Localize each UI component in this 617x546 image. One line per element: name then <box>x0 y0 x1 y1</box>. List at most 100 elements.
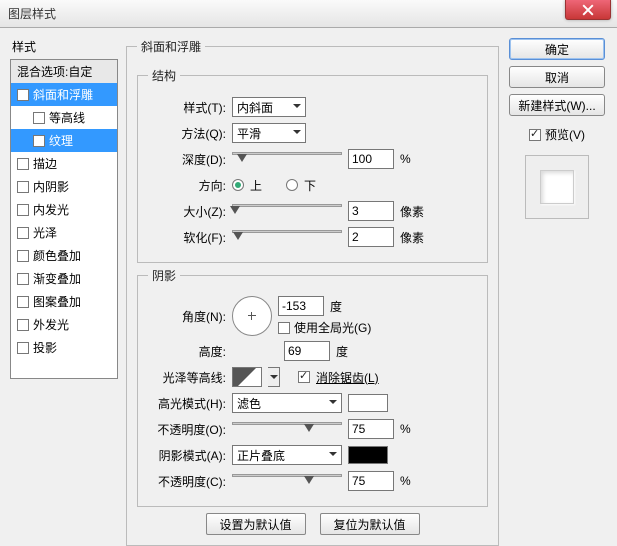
style-item-label: 渐变叠加 <box>33 270 81 287</box>
shadow-mode-select[interactable]: 正片叠底 <box>232 445 342 465</box>
style-item-label: 斜面和浮雕 <box>33 86 93 103</box>
style-item-label: 内阴影 <box>33 178 69 195</box>
close-button[interactable] <box>565 0 611 20</box>
structure-group: 结构 样式(T): 内斜面 方法(Q): 平滑 深度(D): % 方向: <box>137 67 488 263</box>
bevel-legend: 斜面和浮雕 <box>137 38 205 55</box>
style-checkbox[interactable] <box>17 204 29 216</box>
size-label: 大小(Z): <box>148 203 226 220</box>
styles-label: 样式 <box>10 38 118 55</box>
chevron-down-icon <box>329 400 337 408</box>
style-item-label: 颜色叠加 <box>33 247 81 264</box>
bevel-group: 斜面和浮雕 结构 样式(T): 内斜面 方法(Q): 平滑 深度(D): % <box>126 38 499 546</box>
style-checkbox[interactable] <box>33 135 45 147</box>
style-item[interactable]: 图案叠加 <box>11 290 117 313</box>
global-light-label: 使用全局光(G) <box>294 319 371 336</box>
blend-options-header[interactable]: 混合选项:自定 <box>11 60 117 83</box>
style-checkbox[interactable] <box>17 273 29 285</box>
direction-up-radio[interactable] <box>232 179 244 191</box>
method-select[interactable]: 平滑 <box>232 123 306 143</box>
style-item-label: 光泽 <box>33 224 57 241</box>
gloss-contour-swatch[interactable] <box>232 367 262 387</box>
main-panel: 斜面和浮雕 结构 样式(T): 内斜面 方法(Q): 平滑 深度(D): % <box>126 38 499 497</box>
soften-slider[interactable] <box>232 228 342 246</box>
chevron-down-icon <box>293 130 301 138</box>
direction-down-radio[interactable] <box>286 179 298 191</box>
highlight-mode-select[interactable]: 滤色 <box>232 393 342 413</box>
depth-label: 深度(D): <box>148 151 226 168</box>
style-checkbox[interactable] <box>17 342 29 354</box>
shadow-color-swatch[interactable] <box>348 446 388 464</box>
style-item-label: 图案叠加 <box>33 293 81 310</box>
style-item[interactable]: 斜面和浮雕 <box>11 83 117 106</box>
style-item[interactable]: 投影 <box>11 336 117 359</box>
preview-box <box>525 155 589 219</box>
titlebar: 图层样式 <box>0 0 617 28</box>
style-item-label: 内发光 <box>33 201 69 218</box>
style-item-label: 等高线 <box>49 109 85 126</box>
shading-legend: 阴影 <box>148 267 180 284</box>
highlight-mode-label: 高光模式(H): <box>148 395 226 412</box>
style-item-label: 纹理 <box>49 132 73 149</box>
preview-thumbnail <box>540 170 574 204</box>
style-checkbox[interactable] <box>17 181 29 193</box>
angle-input[interactable] <box>278 296 324 316</box>
shadow-opacity-slider[interactable] <box>232 472 342 490</box>
antialias-checkbox[interactable] <box>298 371 310 383</box>
style-checkbox[interactable] <box>17 158 29 170</box>
cancel-button[interactable]: 取消 <box>509 66 605 88</box>
highlight-opacity-input[interactable] <box>348 419 394 439</box>
reset-default-button[interactable]: 复位为默认值 <box>320 513 420 535</box>
style-item[interactable]: 纹理 <box>11 129 117 152</box>
new-style-button[interactable]: 新建样式(W)... <box>509 94 605 116</box>
style-checkbox[interactable] <box>17 319 29 331</box>
shadow-opacity-input[interactable] <box>348 471 394 491</box>
left-panel: 样式 混合选项:自定 斜面和浮雕等高线纹理描边内阴影内发光光泽颜色叠加渐变叠加图… <box>10 38 118 497</box>
method-label: 方法(Q): <box>148 125 226 142</box>
style-checkbox[interactable] <box>17 227 29 239</box>
deg-unit: 度 <box>336 343 348 360</box>
style-item[interactable]: 内阴影 <box>11 175 117 198</box>
style-item[interactable]: 内发光 <box>11 198 117 221</box>
shading-group: 阴影 角度(N): 度 使用全局光(G) <box>137 267 488 507</box>
soften-input[interactable] <box>348 227 394 247</box>
gloss-contour-dropdown[interactable] <box>268 367 280 387</box>
style-item[interactable]: 外发光 <box>11 313 117 336</box>
style-checkbox[interactable] <box>33 112 45 124</box>
style-checkbox[interactable] <box>17 250 29 262</box>
style-checkbox[interactable] <box>17 296 29 308</box>
highlight-opacity-slider[interactable] <box>232 420 342 438</box>
antialias-label: 消除锯齿(L) <box>316 369 379 386</box>
style-item-label: 投影 <box>33 339 57 356</box>
chevron-down-icon <box>293 104 301 112</box>
direction-label: 方向: <box>148 177 226 194</box>
style-select[interactable]: 内斜面 <box>232 97 306 117</box>
make-default-button[interactable]: 设置为默认值 <box>206 513 306 535</box>
angle-dial[interactable] <box>232 296 272 336</box>
global-light-checkbox[interactable] <box>278 322 290 334</box>
shadow-opacity-label: 不透明度(C): <box>148 473 226 490</box>
style-item[interactable]: 描边 <box>11 152 117 175</box>
depth-input[interactable] <box>348 149 394 169</box>
right-panel: 确定 取消 新建样式(W)... 预览(V) <box>507 38 607 497</box>
style-checkbox[interactable] <box>17 89 29 101</box>
chevron-down-icon <box>329 452 337 460</box>
chevron-down-icon <box>270 375 278 383</box>
depth-slider[interactable] <box>232 150 342 168</box>
style-list: 混合选项:自定 斜面和浮雕等高线纹理描边内阴影内发光光泽颜色叠加渐变叠加图案叠加… <box>10 59 118 379</box>
altitude-input[interactable] <box>284 341 330 361</box>
ok-button[interactable]: 确定 <box>509 38 605 60</box>
size-input[interactable] <box>348 201 394 221</box>
size-slider[interactable] <box>232 202 342 220</box>
style-item-label: 描边 <box>33 155 57 172</box>
style-item[interactable]: 光泽 <box>11 221 117 244</box>
style-label: 样式(T): <box>148 99 226 116</box>
deg-unit: 度 <box>330 298 342 315</box>
style-item-label: 外发光 <box>33 316 69 333</box>
style-item[interactable]: 等高线 <box>11 106 117 129</box>
style-item[interactable]: 渐变叠加 <box>11 267 117 290</box>
window-title: 图层样式 <box>8 5 56 22</box>
highlight-color-swatch[interactable] <box>348 394 388 412</box>
style-item[interactable]: 颜色叠加 <box>11 244 117 267</box>
close-icon <box>582 4 594 16</box>
preview-checkbox[interactable] <box>529 129 541 141</box>
